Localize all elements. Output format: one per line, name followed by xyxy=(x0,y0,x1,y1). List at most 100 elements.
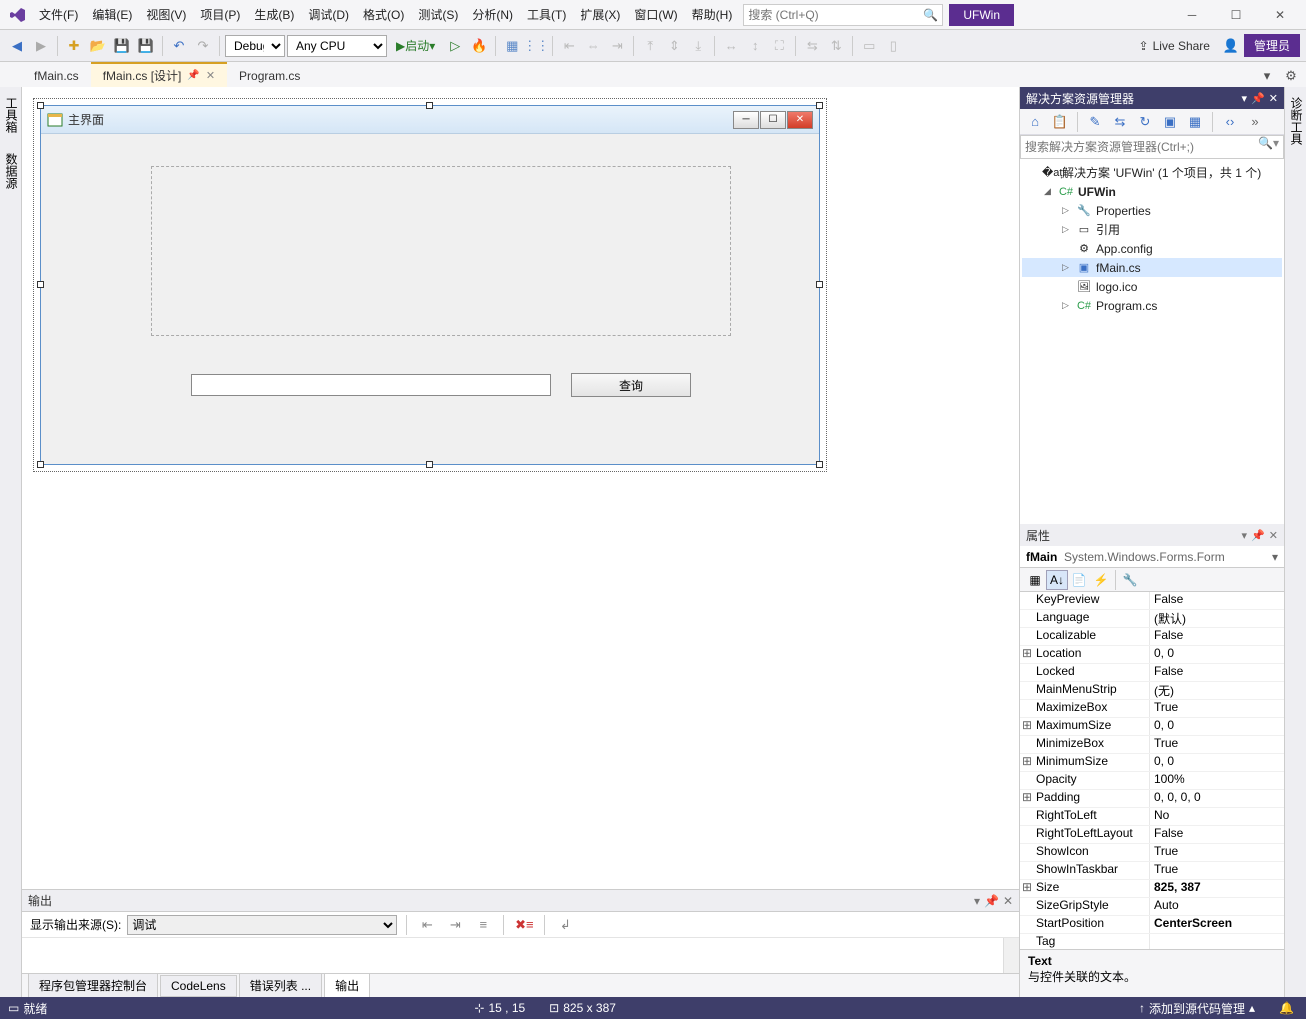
quick-search[interactable]: 🔍 xyxy=(743,4,943,26)
output-source-combo[interactable]: 调试 xyxy=(127,915,397,935)
status-scm-button[interactable]: ↑ 添加到源代码管理 ▴ xyxy=(1139,1000,1255,1017)
redo-button[interactable]: ↷ xyxy=(192,35,214,57)
align-left-button[interactable]: ⇤ xyxy=(558,35,580,57)
prop-alphabetical-button[interactable]: A↓ xyxy=(1046,570,1068,590)
open-button[interactable]: 📂 xyxy=(87,35,109,57)
property-row[interactable]: Tag xyxy=(1020,934,1284,949)
tree-item[interactable]: ▷C#Program.cs xyxy=(1022,296,1282,315)
output-goto-prev-button[interactable]: ⇤ xyxy=(416,914,438,936)
sol-properties-button[interactable]: ‹› xyxy=(1219,111,1241,133)
bottom-tab[interactable]: 程序包管理器控制台 xyxy=(28,973,158,997)
output-scrollbar[interactable] xyxy=(1003,938,1019,973)
layout-grid-button[interactable]: ▦ xyxy=(501,35,523,57)
menu-item[interactable]: 项目(P) xyxy=(193,2,247,27)
groupbox-placeholder[interactable] xyxy=(151,166,731,336)
output-text-area[interactable] xyxy=(22,938,1019,973)
feedback-button[interactable]: 👤 xyxy=(1220,35,1242,57)
size-height-button[interactable]: ↕ xyxy=(744,35,766,57)
property-row[interactable]: RightToLeftLayoutFalse xyxy=(1020,826,1284,844)
prop-categorized-button[interactable]: ▦ xyxy=(1024,570,1046,590)
prop-close-icon[interactable]: ✕ xyxy=(1269,529,1278,542)
output-wrap-button[interactable]: ↲ xyxy=(554,914,576,936)
hspace-button[interactable]: ⇆ xyxy=(801,35,823,57)
document-tab[interactable]: Program.cs xyxy=(227,62,312,87)
status-notification-button[interactable]: 🔔 xyxy=(1279,1001,1294,1015)
align-top-button[interactable]: ⤒ xyxy=(639,35,661,57)
property-row[interactable]: ⊞Size825, 387 xyxy=(1020,880,1284,898)
menu-item[interactable]: 分析(N) xyxy=(465,2,520,27)
menu-item[interactable]: 扩展(X) xyxy=(573,2,627,27)
sol-dropdown-icon[interactable]: ▾ xyxy=(1242,92,1248,105)
menu-item[interactable]: 工具(T) xyxy=(520,2,573,27)
nav-fwd-button[interactable]: ▶ xyxy=(30,35,52,57)
sol-close-icon[interactable]: ✕ xyxy=(1269,92,1278,105)
live-share-button[interactable]: ⇪Live Share xyxy=(1131,39,1218,53)
menu-item[interactable]: 文件(F) xyxy=(32,2,85,27)
prop-pages-button[interactable]: 📄 xyxy=(1068,570,1090,590)
prop-dropdown-icon[interactable]: ▾ xyxy=(1242,529,1248,542)
property-row[interactable]: MinimizeBoxTrue xyxy=(1020,736,1284,754)
menu-item[interactable]: 格式(O) xyxy=(356,2,411,27)
property-row[interactable]: Opacity100% xyxy=(1020,772,1284,790)
sol-sync-button[interactable]: ⇆ xyxy=(1109,111,1131,133)
property-row[interactable]: KeyPreviewFalse xyxy=(1020,592,1284,610)
property-row[interactable]: Language(默认) xyxy=(1020,610,1284,628)
output-pin-icon[interactable]: 📌 xyxy=(984,894,999,908)
tree-item[interactable]: 🖼logo.ico xyxy=(1022,277,1282,296)
sol-home-button[interactable]: ⌂ xyxy=(1024,111,1046,133)
undo-button[interactable]: ↶ xyxy=(168,35,190,57)
sol-pending-button[interactable]: ✎ xyxy=(1084,111,1106,133)
bottom-tab[interactable]: CodeLens xyxy=(160,975,237,997)
output-clear-button[interactable]: ≡ xyxy=(472,914,494,936)
size-both-button[interactable]: ⛶ xyxy=(768,35,790,57)
output-dropdown-icon[interactable]: ▾ xyxy=(974,894,980,908)
bottom-tab[interactable]: 输出 xyxy=(324,973,370,997)
align-right-button[interactable]: ⇥ xyxy=(606,35,628,57)
property-row[interactable]: ⊞MaximumSize0, 0 xyxy=(1020,718,1284,736)
sol-refresh-button[interactable]: ↻ xyxy=(1134,111,1156,133)
minimize-button[interactable]: ─ xyxy=(1170,0,1214,30)
property-row[interactable]: SizeGripStyleAuto xyxy=(1020,898,1284,916)
sol-showall-button[interactable]: ▦ xyxy=(1184,111,1206,133)
prop-wrench-button[interactable]: 🔧 xyxy=(1119,570,1141,590)
document-tab[interactable]: fMain.cs [设计]📌✕ xyxy=(91,62,227,87)
property-row[interactable]: ShowIconTrue xyxy=(1020,844,1284,862)
diagnostics-tab[interactable]: 诊断工具 xyxy=(1285,87,1306,155)
maximize-button[interactable]: ☐ xyxy=(1214,0,1258,30)
sol-more-button[interactable]: » xyxy=(1244,111,1266,133)
form-designer[interactable]: 主界面 ─ ☐ ✕ 查询 xyxy=(40,105,820,465)
align-bottom-button[interactable]: ⤓ xyxy=(687,35,709,57)
tree-item[interactable]: ⚙App.config xyxy=(1022,239,1282,258)
tree-item[interactable]: ▷🔧Properties xyxy=(1022,201,1282,220)
property-row[interactable]: MaximizeBoxTrue xyxy=(1020,700,1284,718)
property-row[interactable]: RightToLeftNo xyxy=(1020,808,1284,826)
property-row[interactable]: ShowInTaskbarTrue xyxy=(1020,862,1284,880)
menu-item[interactable]: 测试(S) xyxy=(411,2,465,27)
prop-events-button[interactable]: ⚡ xyxy=(1090,570,1112,590)
property-row[interactable]: MainMenuStrip(无) xyxy=(1020,682,1284,700)
sol-collapse-button[interactable]: ▣ xyxy=(1159,111,1181,133)
output-close-icon[interactable]: ✕ xyxy=(1003,894,1013,908)
property-row[interactable]: LocalizableFalse xyxy=(1020,628,1284,646)
property-row[interactable]: LockedFalse xyxy=(1020,664,1284,682)
tree-item[interactable]: ▷▣fMain.cs xyxy=(1022,258,1282,277)
output-goto-next-button[interactable]: ⇥ xyxy=(444,914,466,936)
align-middle-button[interactable]: ⇕ xyxy=(663,35,685,57)
hot-reload-button[interactable]: 🔥 xyxy=(468,35,490,57)
bottom-tab[interactable]: 错误列表 ... xyxy=(239,973,322,997)
center-h-button[interactable]: ▭ xyxy=(858,35,880,57)
layout-dots-button[interactable]: ⋮⋮ xyxy=(525,35,547,57)
property-row[interactable]: StartPositionCenterScreen xyxy=(1020,916,1284,934)
solution-search-input[interactable] xyxy=(1025,136,1258,158)
designer-canvas[interactable]: 主界面 ─ ☐ ✕ 查询 xyxy=(22,87,1019,889)
vspace-button[interactable]: ⇅ xyxy=(825,35,847,57)
tab-close-icon[interactable]: ✕ xyxy=(206,69,215,82)
nav-back-button[interactable]: ◀ xyxy=(6,35,28,57)
new-project-button[interactable]: ✚ xyxy=(63,35,85,57)
close-button[interactable]: ✕ xyxy=(1258,0,1302,30)
menu-item[interactable]: 生成(B) xyxy=(247,2,301,27)
sol-view-button[interactable]: 📋 xyxy=(1049,111,1071,133)
align-center-button[interactable]: ⇔ xyxy=(582,35,604,57)
search-input[interactable] xyxy=(748,8,923,22)
property-row[interactable]: ⊞MinimumSize0, 0 xyxy=(1020,754,1284,772)
